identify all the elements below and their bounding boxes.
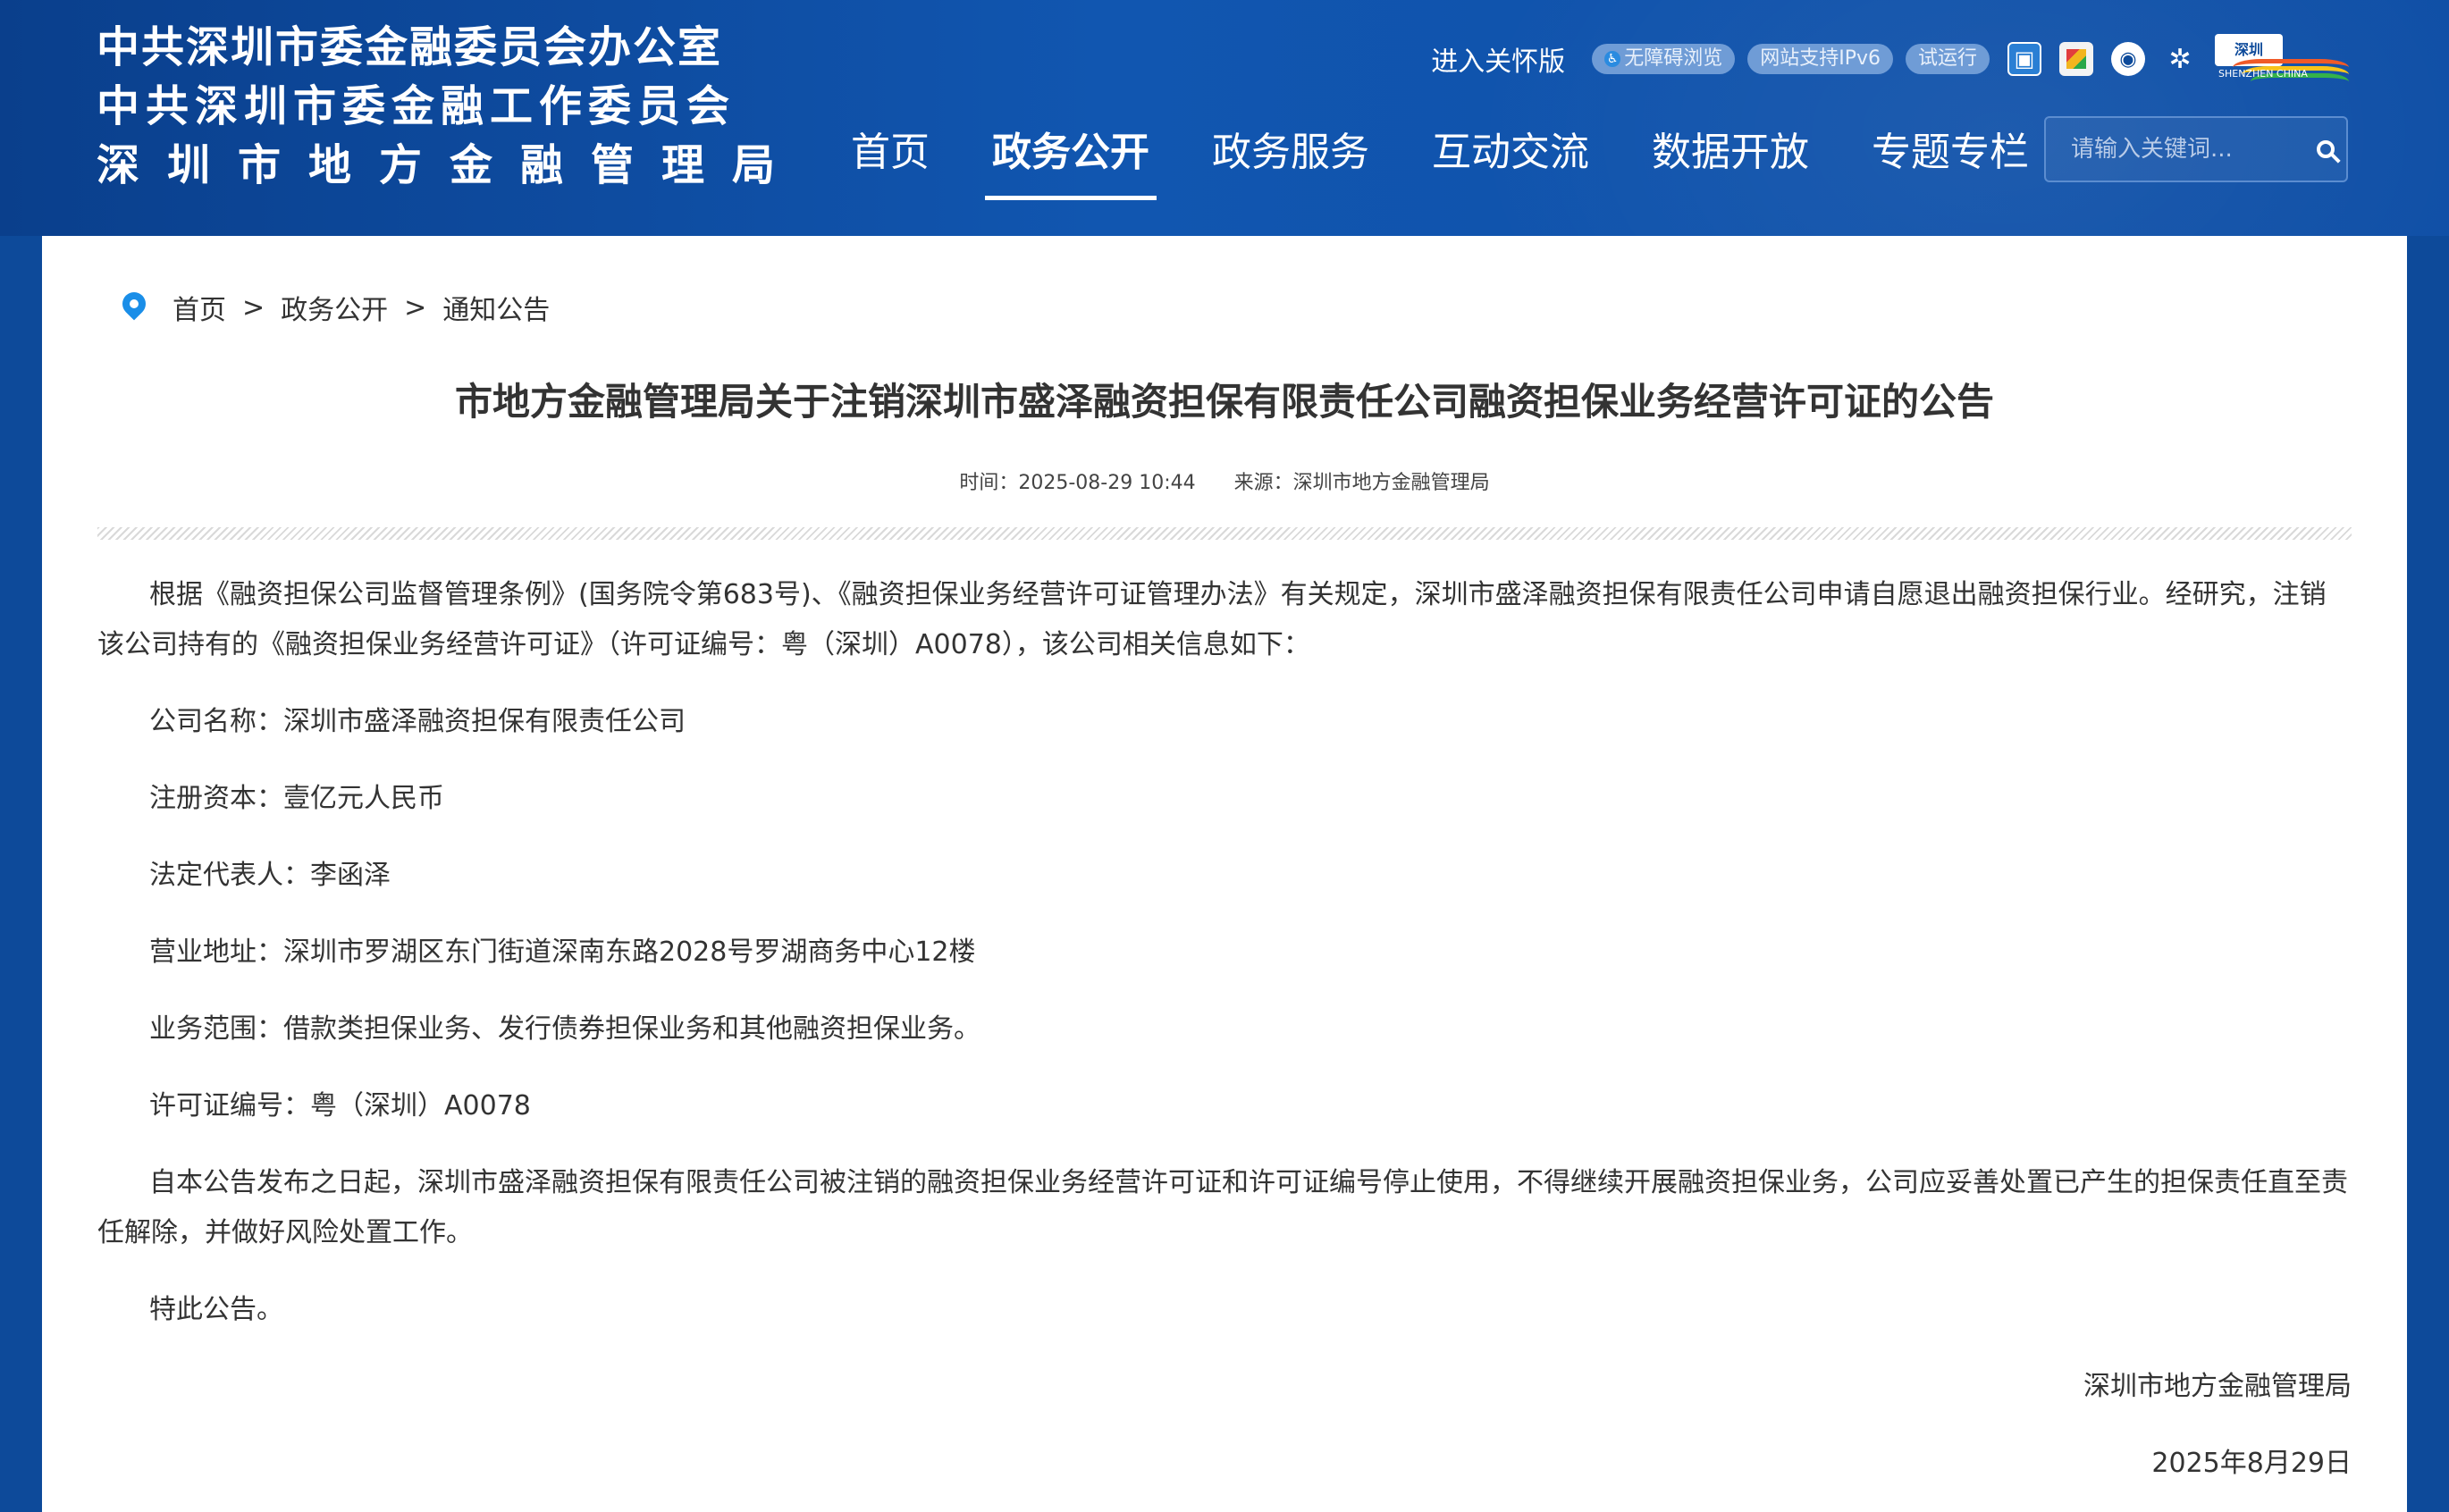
top-toolbar: 进入关怀版 ♿ 无障碍浏览 网站支持IPv6 试运行 ▣ ◉ ✲ 深圳 SHENZ… [1431,27,2349,91]
article-title: 市地方金融管理局关于注销深圳市盛泽融资担保有限责任公司融资担保业务经营许可证的公… [454,380,1994,424]
search-input[interactable] [2046,135,2305,164]
org-name-line: 中共深圳市委金融委员会办公室 [97,22,723,72]
trial-label: 试运行 [1917,47,1977,70]
trial-badge[interactable]: 试运行 [1905,44,1990,74]
article-paragraph: 注册资本：壹亿元人民币 [149,783,444,814]
location-pin-icon [117,287,151,321]
content-panel: 首页 > 政务公开 > 通知公告 市地方金融管理局关于注销深圳市盛泽融资担保有限… [42,236,2407,1512]
article-date: 2025年8月29日 [2151,1448,2352,1479]
weibo-icon[interactable]: ◉ [2111,42,2145,76]
breadcrumb-notices[interactable]: 通知公告 [442,288,550,327]
article-time: 时间：2025-08-29 10:44 [959,472,1196,494]
breadcrumb-home[interactable]: 首页 [173,288,226,327]
search-icon [2317,140,2335,158]
nav-home[interactable]: 首页 [831,113,949,202]
nav-open-data[interactable]: 数据开放 [1632,113,1829,202]
breadcrumb-government-affairs[interactable]: 政务公开 [281,288,388,327]
article-paragraph: 自本公告发布之日起，深圳市盛泽融资担保有限责任公司被注销的融资担保业务经营许可证… [97,1167,2348,1248]
article-paragraph: 公司名称：深圳市盛泽融资担保有限责任公司 [149,706,686,737]
article-source: 来源：深圳市地方金融管理局 [1233,472,1490,494]
shenzhen-logo[interactable]: 深圳 SHENZHEN CHINA [2215,32,2349,86]
accessibility-button[interactable]: ♿ 无障碍浏览 [1592,44,1736,74]
nav-interaction[interactable]: 互动交流 [1412,113,1609,202]
article-body: 根据《融资担保公司监督管理条例》(国务院令第683号)、《融资担保业务经营许可证… [97,570,2352,1489]
site-header: 中共深圳市委金融委员会办公室 中共深圳市委金融工作委员会 深圳市地方金融管理局 … [0,0,2449,236]
org-name-line: 深圳市地方金融管理局 [97,140,804,190]
article-paragraph: 特此公告。 [149,1294,283,1325]
search-box [2044,116,2348,182]
care-version-link[interactable]: 进入关怀版 [1431,39,1565,79]
search-button[interactable] [2305,118,2346,181]
nav-government-affairs[interactable]: 政务公开 [972,113,1169,202]
article-paragraph: 业务范围：借款类担保业务、发行债券担保业务和其他融资担保业务。 [149,1013,980,1045]
article-meta: 时间：2025-08-29 10:44 来源：深圳市地方金融管理局 [42,466,2407,495]
nav-services[interactable]: 政务服务 [1192,113,1389,202]
mini-program-icon[interactable]: ▣ [2007,42,2041,76]
org-name-line: 中共深圳市委金融工作委员会 [97,81,736,131]
network-icon[interactable]: ✲ [2163,42,2197,76]
accessibility-icon: ♿ [1604,51,1621,67]
main-nav: 首页 政务公开 政务服务 互动交流 数据开放 专题专栏 [831,113,2072,202]
divider [97,527,2352,540]
article-paragraph: 许可证编号：粤（深圳）A0078 [149,1090,531,1121]
breadcrumb-separator: > [404,291,427,323]
article-signature: 深圳市地方金融管理局 [2083,1371,2352,1402]
ipv6-label: 网站支持IPv6 [1760,47,1881,70]
article-paragraph: 法定代表人：李函泽 [149,860,391,891]
accessibility-label: 无障碍浏览 [1624,47,1723,70]
shenzhen-logo-caption: SHENZHEN CHINA [2218,68,2308,80]
ipv6-badge[interactable]: 网站支持IPv6 [1747,44,1893,74]
nav-special-topics[interactable]: 专题专栏 [1852,113,2049,202]
app-icon[interactable] [2059,42,2093,76]
article-paragraph: 营业地址：深圳市罗湖区东门街道深南东路2028号罗湖商务中心12楼 [149,937,976,968]
org-names[interactable]: 中共深圳市委金融委员会办公室 中共深圳市委金融工作委员会 深圳市地方金融管理局 [97,18,803,195]
article-paragraph: 根据《融资担保公司监督管理条例》(国务院令第683号)、《融资担保业务经营许可证… [97,579,2327,660]
breadcrumb: 首页 > 政务公开 > 通知公告 [117,287,550,327]
breadcrumb-separator: > [242,291,265,323]
